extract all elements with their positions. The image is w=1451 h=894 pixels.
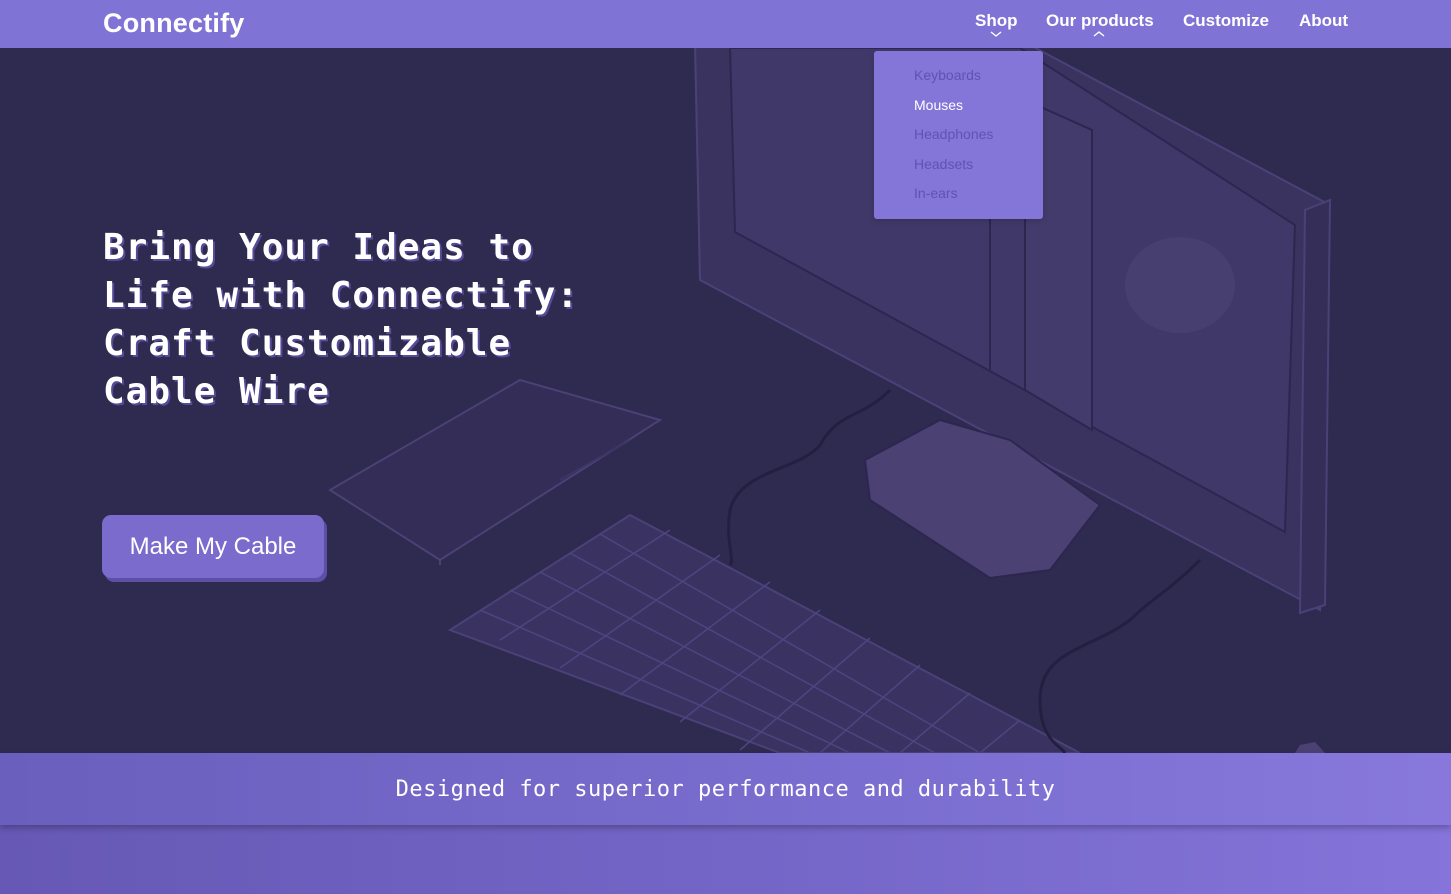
tagline-text: Designed for superior performance and du… (395, 776, 1056, 802)
headline-line: Bring Your Ideas to (103, 227, 534, 268)
top-navbar: Connectify Shop Our products Customize A… (0, 0, 1451, 48)
dropdown-item-headphones[interactable]: Headphones (914, 126, 993, 142)
headline-line: Life with Connectify: (103, 275, 580, 316)
dropdown-item-mouses[interactable]: Mouses (914, 97, 963, 113)
dropdown-item-keyboards[interactable]: Keyboards (914, 67, 981, 83)
dropdown-item-headsets[interactable]: Headsets (914, 156, 973, 172)
nav-customize[interactable]: Customize (1183, 11, 1269, 31)
chevron-down-icon (990, 31, 1002, 37)
make-my-cable-button[interactable]: Make My Cable (102, 515, 324, 578)
lower-section (0, 825, 1451, 894)
tagline-banner: Designed for superior performance and du… (0, 753, 1451, 825)
headline-line: Craft Customizable (103, 323, 512, 364)
nav-our-products[interactable]: Our products (1046, 11, 1154, 31)
hero-headline: Bring Your Ideas to Life with Connectify… (103, 224, 623, 416)
page: Connectify Shop Our products Customize A… (0, 0, 1451, 894)
dropdown-item-in-ears[interactable]: In-ears (914, 185, 958, 201)
brand-logo[interactable]: Connectify (103, 8, 245, 39)
products-dropdown: Keyboards Mouses Headphones Headsets In-… (874, 51, 1043, 219)
nav-about[interactable]: About (1299, 11, 1348, 31)
headline-line: Cable Wire (103, 371, 330, 412)
chevron-up-icon (1093, 31, 1105, 37)
nav-shop[interactable]: Shop (975, 11, 1018, 31)
